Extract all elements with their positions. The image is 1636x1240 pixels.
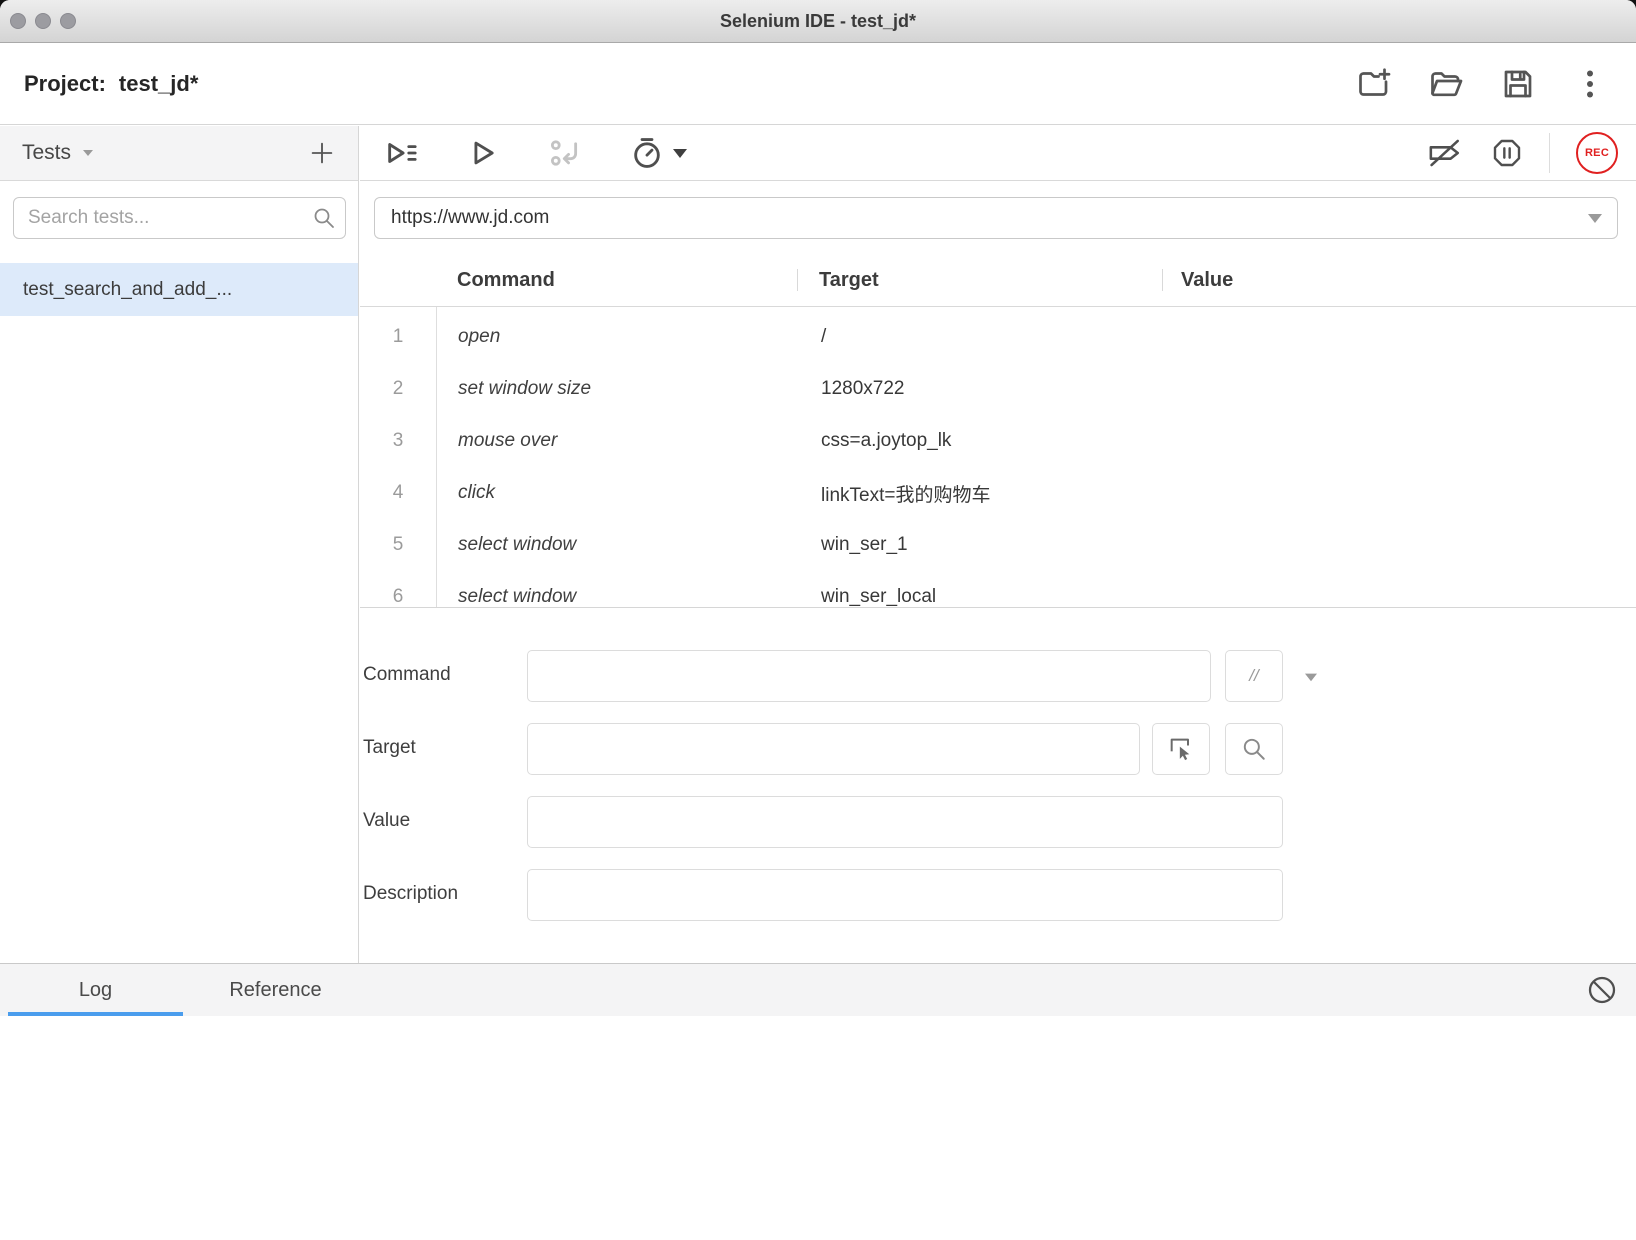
pause-on-exceptions-icon[interactable] [1491,137,1523,169]
project-name: test_jd* [119,71,198,97]
new-project-icon[interactable] [1356,66,1392,102]
search-tests-input[interactable] [13,197,346,239]
column-header-value: Value [1181,255,1233,306]
test-name: test_search_and_add_... [23,279,232,301]
row-number: 6 [360,586,436,608]
row-target: linkText=我的购物车 [821,480,990,507]
target-field-label: Target [363,737,416,759]
test-list-item[interactable]: test_search_and_add_... [0,263,358,316]
command-field-input[interactable] [527,650,1211,702]
row-number: 3 [360,430,436,452]
row-command: set window size [458,378,591,400]
column-header-target: Target [819,255,879,306]
column-divider [797,269,798,291]
command-row[interactable]: 2 set window size 1280x722 [360,363,1636,415]
command-row[interactable]: 1 open / [360,311,1636,363]
row-command: mouse over [458,430,557,452]
search-icon [312,206,336,230]
command-row[interactable]: 4 click linkText=我的购物车 [360,467,1636,519]
row-number: 5 [360,534,436,556]
project-actions [1356,66,1608,102]
command-row[interactable]: 5 select window win_ser_1 [360,519,1636,571]
run-all-tests-icon[interactable] [384,136,418,170]
tab-log[interactable]: Log [8,964,183,1016]
row-target: win_ser_1 [821,534,908,556]
value-field-input[interactable] [527,796,1283,848]
row-command: click [458,482,495,504]
select-target-icon [1167,735,1195,763]
command-row[interactable]: 6 select window win_ser_local [360,571,1636,611]
disable-breakpoints-icon[interactable] [1425,136,1465,170]
log-content [0,1016,1636,1240]
row-target: 1280x722 [821,378,904,400]
description-field-label: Description [363,883,458,905]
row-number: 1 [360,326,436,348]
open-project-icon[interactable] [1428,66,1464,102]
selenium-ide-window: Selenium IDE - test_jd* Project: test_jd… [0,0,1636,1240]
speed-dropdown-caret-icon [671,146,689,160]
row-number: 4 [360,482,436,504]
step-over-icon[interactable] [548,136,582,170]
tests-dropdown[interactable]: Tests [22,141,95,165]
record-button[interactable]: REC [1576,132,1618,174]
command-row[interactable]: 3 mouse over css=a.joytop_lk [360,415,1636,467]
project-bar: Project: test_jd* [0,43,1636,125]
playback-toolbar: REC [360,126,1636,181]
find-target-button[interactable] [1225,723,1283,775]
tab-reference[interactable]: Reference [183,964,368,1016]
clear-log-icon[interactable] [1586,974,1618,1006]
tests-sidebar: Tests test_search_and_add_... [0,126,359,964]
more-options-icon[interactable] [1572,66,1608,102]
window-title: Selenium IDE - test_jd* [0,0,1636,42]
row-command: open [458,326,500,348]
row-number: 2 [360,378,436,400]
command-field-label: Command [363,664,451,686]
commands-table-header: Command Target Value [360,255,1636,306]
toggle-comment-button[interactable]: // [1225,650,1283,702]
comment-slashes-label: // [1249,666,1258,686]
row-number-divider [436,307,437,607]
command-dropdown-caret-icon[interactable] [1303,671,1319,683]
search-tests [13,197,346,239]
tests-dropdown-label: Tests [22,141,71,165]
url-dropdown-caret-icon[interactable] [1586,211,1604,225]
row-target: win_ser_local [821,586,936,608]
base-url-input[interactable] [374,197,1618,239]
run-current-test-icon[interactable] [466,136,500,170]
row-target: / [821,326,826,348]
tab-reference-label: Reference [229,979,321,1002]
row-command: select window [458,534,576,556]
select-target-button[interactable] [1152,723,1210,775]
bottom-tabbar: Log Reference [0,964,1636,1016]
stopwatch-icon [630,136,664,170]
add-test-button[interactable] [308,139,336,167]
find-target-search-icon [1241,736,1267,762]
column-header-command: Command [457,255,555,306]
toolbar-right: REC [1425,132,1636,174]
test-speed-control[interactable] [630,136,689,170]
tab-log-label: Log [79,979,112,1002]
command-edit-panel: Command // Target Value [360,607,1636,963]
base-url-combobox [374,197,1618,239]
project-title: Project: test_jd* [24,71,198,97]
target-field-input[interactable] [527,723,1140,775]
chevron-down-icon [81,148,95,158]
row-command: select window [458,586,576,608]
save-project-icon[interactable] [1500,66,1536,102]
description-field-input[interactable] [527,869,1283,921]
toolbar-divider [1549,133,1550,173]
titlebar: Selenium IDE - test_jd* [0,0,1636,43]
row-target: css=a.joytop_lk [821,430,951,452]
tests-header: Tests [0,126,358,181]
column-divider [1162,269,1163,291]
value-field-label: Value [363,810,410,832]
commands-table-body: 1 open / 2 set window size 1280x722 3 mo… [360,307,1636,611]
project-label: Project: [24,71,106,97]
toolbar-left [360,136,689,170]
